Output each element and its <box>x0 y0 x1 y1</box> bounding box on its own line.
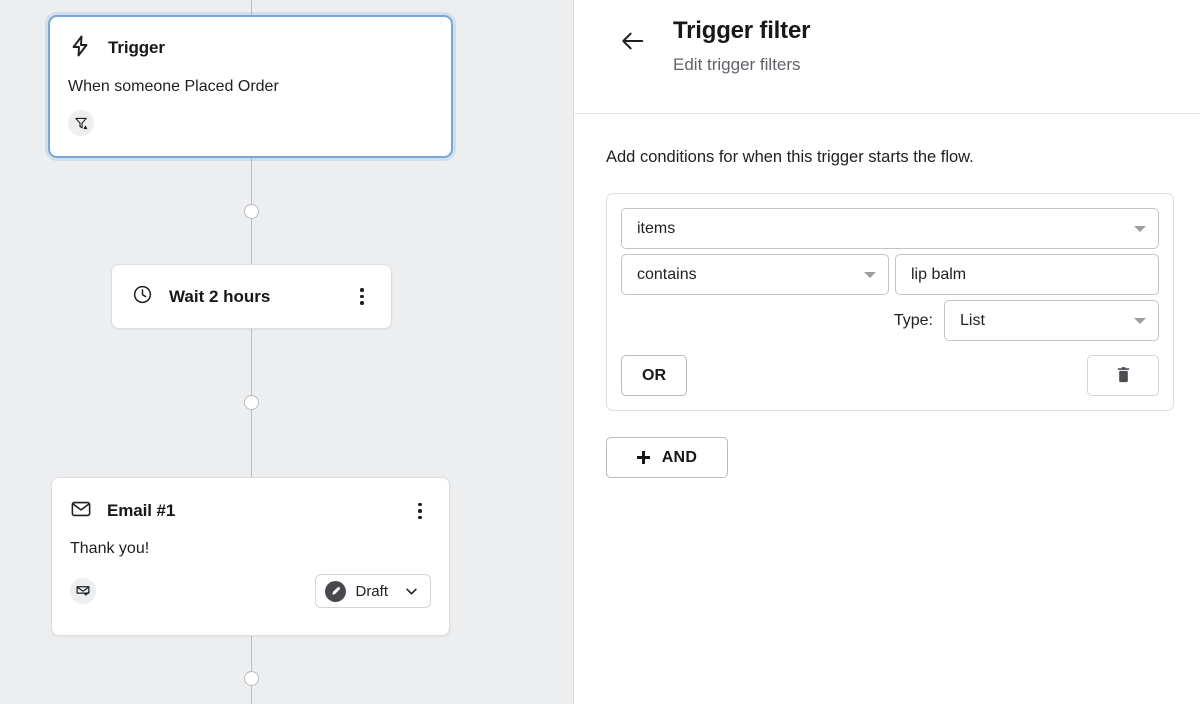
flow-connector-dot[interactable] <box>244 671 259 686</box>
email-card[interactable]: Email #1 Thank you! <box>51 477 450 636</box>
arrow-left-icon[interactable] <box>616 24 650 58</box>
condition-type-label: Type: <box>894 312 933 330</box>
page-subtitle: Edit trigger filters <box>673 55 801 75</box>
trash-icon <box>1116 367 1131 384</box>
conditions-description: Add conditions for when this trigger sta… <box>606 148 1200 167</box>
flow-canvas: Trigger When someone Placed Order <box>0 0 574 704</box>
condition-type-select[interactable]: List <box>944 300 1159 341</box>
or-button[interactable]: OR <box>621 355 687 396</box>
envelope-check-icon[interactable] <box>70 578 96 604</box>
condition-field-select[interactable]: items <box>621 208 1159 249</box>
trigger-card-description: When someone Placed Order <box>68 78 433 96</box>
flow-connector-dot[interactable] <box>244 395 259 410</box>
pencil-circle-icon <box>325 581 346 602</box>
condition-type-value: List <box>960 312 1126 330</box>
trigger-card-header: Trigger <box>68 24 433 72</box>
trigger-card-footer <box>68 110 433 136</box>
wait-card[interactable]: Wait 2 hours <box>111 264 392 329</box>
panel-header: Trigger filter Edit trigger filters <box>575 0 1200 114</box>
condition-group: items contains lip balm Type: List <box>606 193 1174 411</box>
trigger-card-title: Trigger <box>108 38 165 58</box>
condition-operator-value: contains <box>637 266 856 284</box>
condition-actions-row: OR <box>621 355 1159 396</box>
chevron-down-icon <box>403 583 420 600</box>
envelope-icon <box>70 498 92 525</box>
delete-condition-button[interactable] <box>1087 355 1159 396</box>
email-card-header: Email #1 <box>70 488 431 534</box>
email-status-dropdown[interactable]: Draft <box>315 574 431 608</box>
condition-field-value: items <box>637 220 1126 238</box>
email-status-label: Draft <box>355 583 388 600</box>
page-title: Trigger filter <box>673 17 810 45</box>
kebab-menu-icon[interactable] <box>409 500 431 522</box>
email-card-footer: Draft <box>70 574 431 608</box>
workflow-editor: Trigger When someone Placed Order <box>0 0 1200 704</box>
condition-value-text: lip balm <box>911 266 1146 284</box>
wait-card-title: Wait 2 hours <box>169 287 351 307</box>
filter-icon[interactable] <box>68 110 94 136</box>
condition-type-row: Type: List <box>621 300 1159 341</box>
add-and-condition-button[interactable]: AND <box>606 437 728 478</box>
flow-connector-dot[interactable] <box>244 204 259 219</box>
caret-down-icon <box>1134 318 1146 324</box>
trigger-card[interactable]: Trigger When someone Placed Order <box>48 15 453 158</box>
condition-value-input[interactable]: lip balm <box>895 254 1159 295</box>
email-card-description: Thank you! <box>70 540 431 558</box>
email-card-title: Email #1 <box>107 501 394 521</box>
clock-icon <box>132 284 153 310</box>
trigger-filter-panel: Trigger filter Edit trigger filters Add … <box>575 0 1200 704</box>
lightning-bolt-icon <box>68 34 92 63</box>
caret-down-icon <box>864 272 876 278</box>
and-button-label: AND <box>662 449 698 467</box>
condition-operator-select[interactable]: contains <box>621 254 889 295</box>
panel-body: Add conditions for when this trigger sta… <box>575 114 1200 478</box>
kebab-menu-icon[interactable] <box>351 286 373 308</box>
caret-down-icon <box>1134 226 1146 232</box>
plus-icon <box>637 451 650 464</box>
condition-operator-row: contains lip balm <box>621 254 1159 295</box>
